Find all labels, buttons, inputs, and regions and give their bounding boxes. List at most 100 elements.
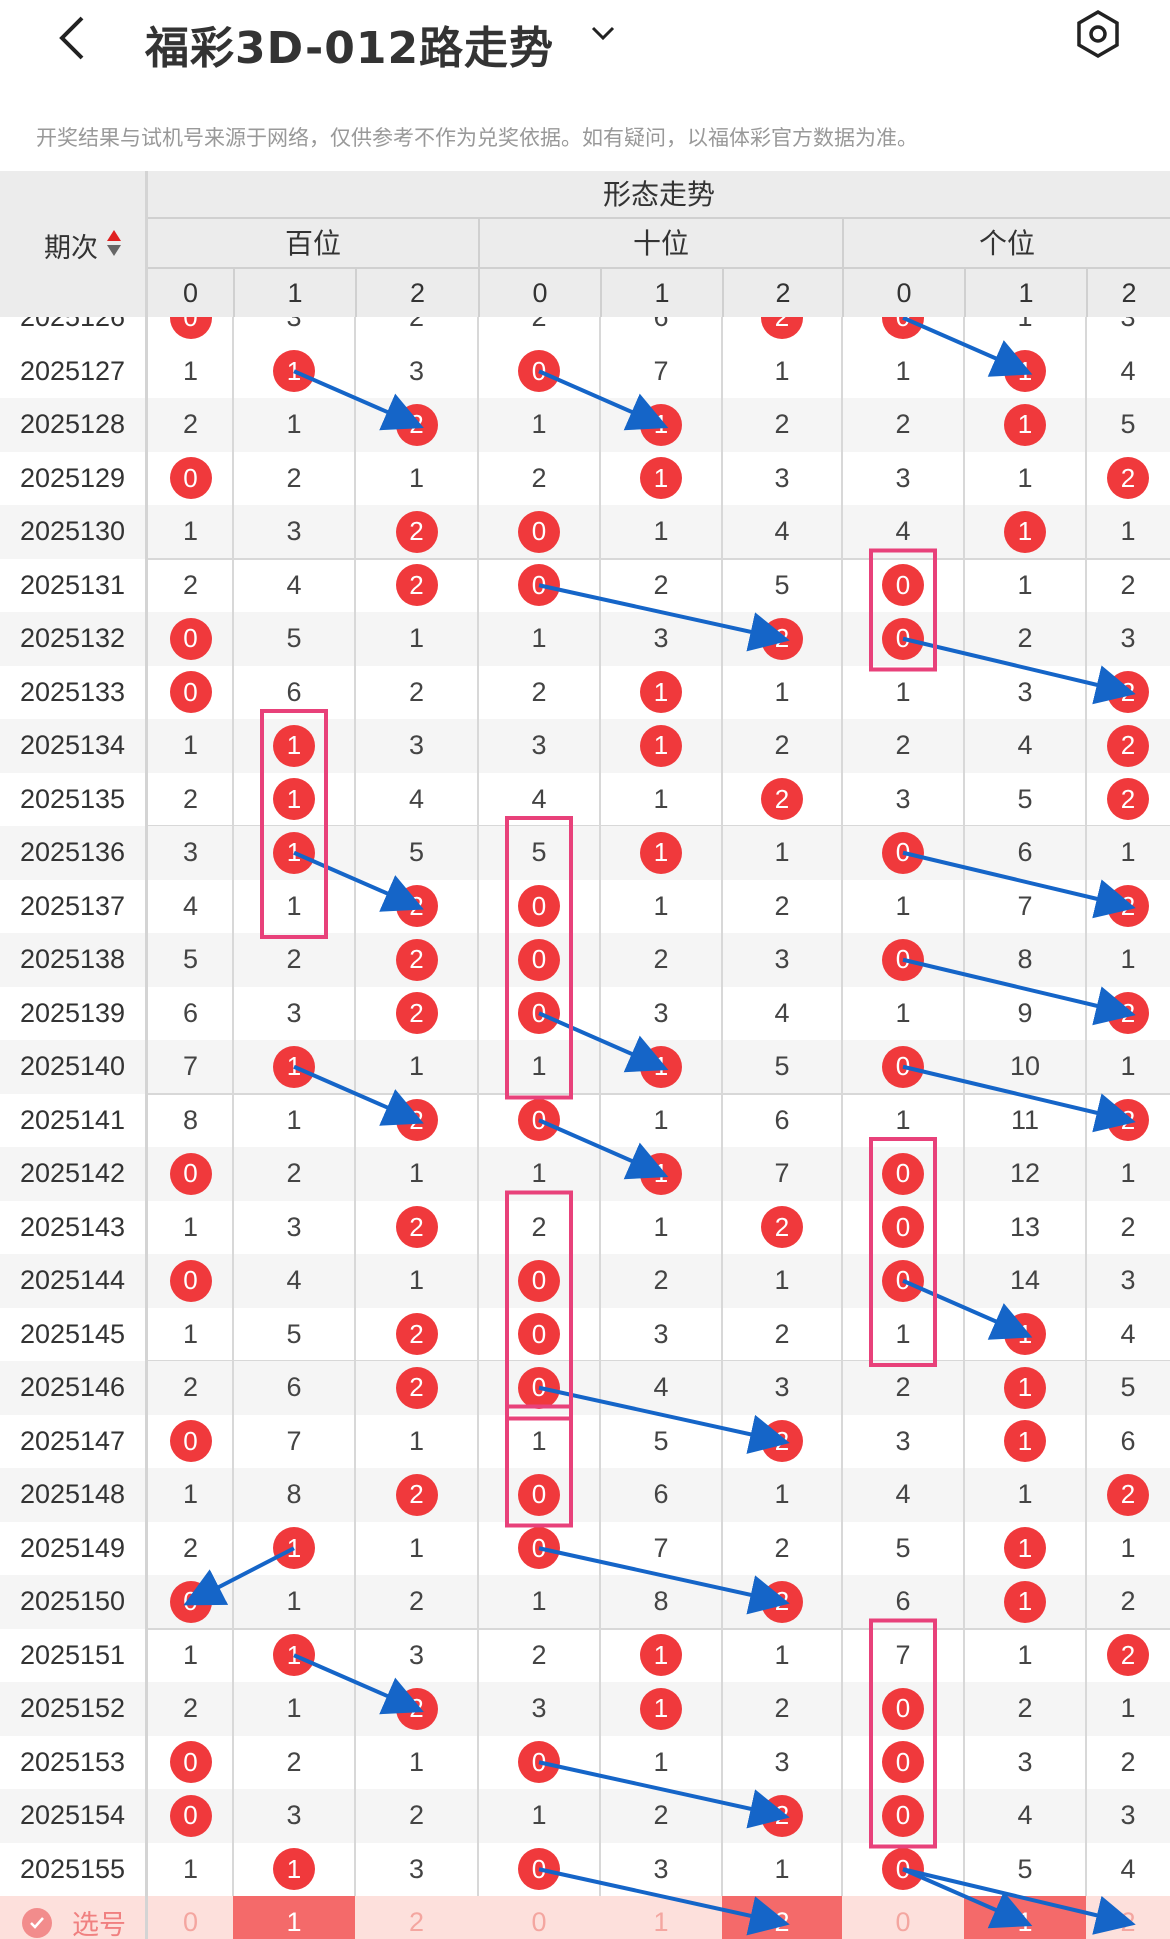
column-divider [599,933,601,987]
omission-count: 2 [774,409,790,440]
miss-count-cell: 6 [842,1575,964,1629]
hit-cell: 1 [600,1040,722,1094]
miss-count-cell: 7 [964,880,1086,934]
miss-count-cell: 2 [600,933,722,987]
pick-digit-button[interactable]: 1 [600,1896,722,1939]
winning-ball: 0 [518,938,560,981]
column-divider [841,1200,843,1254]
column-divider [232,1842,234,1896]
hit-cell: 0 [842,826,964,880]
table-row: 2025153 0 2 1 0 1 3 0 3 2 [0,1735,1170,1789]
omission-count: 1 [531,623,547,654]
column-divider [477,1682,479,1736]
miss-count-cell: 1 [148,1201,233,1255]
miss-count-cell: 3 [233,987,355,1041]
winning-ball: 0 [169,1152,212,1195]
hit-cell: 1 [600,1682,722,1736]
miss-count-cell: 1 [842,1308,964,1362]
omission-count: 1 [408,1158,425,1189]
omission-count: 12 [1009,1158,1041,1189]
winning-ball: 0 [518,350,560,393]
table-row: 2025141 8 1 2 0 1 6 1 11 2 [0,1093,1170,1148]
column-divider [963,1040,965,1094]
miss-count-cell: 3 [355,719,478,773]
period-cell: 2025152 [0,1682,148,1736]
omission-count: 8 [182,1104,199,1135]
digit-header-units-1: 1 [964,269,1086,317]
miss-count-cell: 2 [233,933,355,987]
winning-ball: 1 [273,831,315,874]
omission-count: 7 [895,1639,911,1670]
period-header[interactable]: 期次 [0,171,148,317]
hit-cell: 1 [600,1629,722,1683]
winning-ball: 0 [518,1527,560,1570]
omission-count: 1 [774,676,790,707]
omission-count: 2 [408,1586,425,1617]
pick-digit-button[interactable]: 2 [722,1896,842,1939]
chevron-down-icon[interactable] [585,15,621,51]
column-divider [841,1575,843,1629]
table-row: 2025142 0 2 1 1 1 7 0 12 1 [0,1147,1170,1201]
hit-cell: 2 [1086,1629,1170,1683]
miss-count-cell: 2 [478,1629,600,1683]
back-icon[interactable] [50,8,100,68]
winning-ball: 0 [518,1313,560,1356]
column-divider [354,1254,356,1308]
omission-count: 1 [408,1746,425,1777]
column-divider [1085,505,1087,559]
miss-count-cell: 6 [722,1094,842,1148]
miss-count-cell: 2 [600,559,722,613]
miss-count-cell: 2 [722,1682,842,1736]
miss-count-cell: 12 [964,1147,1086,1201]
column-divider [354,665,356,719]
omission-count: 2 [182,409,199,440]
pick-digit-button[interactable]: 1 [964,1896,1086,1939]
miss-count-cell: 2 [478,317,600,345]
omission-count: 4 [1120,355,1136,386]
winning-ball: 2 [1107,671,1149,714]
pick-digit-button[interactable]: 2 [355,1896,478,1939]
omission-count: 5 [774,569,790,600]
column-divider [477,1307,479,1361]
pick-digit-button[interactable]: 1 [233,1896,355,1939]
pick-number-toggle[interactable]: 选号 [0,1896,148,1939]
column-divider [721,1307,723,1361]
column-divider [721,451,723,505]
table-row: 2025150 0 1 2 1 8 2 6 1 2 [0,1575,1170,1629]
column-divider [721,1789,723,1843]
table-body: 2025126 0 3 2 2 6 2 0 1 3 2025127 1 1 3 0 7 1 1 1 4 2025128 2… [0,317,1170,1939]
hit-cell: 0 [478,1254,600,1308]
pick-digit-button[interactable]: 0 [842,1896,964,1939]
winning-ball: 2 [395,1313,438,1356]
settings-icon[interactable] [1072,8,1124,60]
miss-count-cell: 2 [1086,559,1170,613]
winning-ball: 0 [518,1848,560,1891]
winning-ball: 2 [395,1206,438,1249]
column-divider [354,451,356,505]
pick-digit-button[interactable]: 2 [1086,1896,1170,1939]
sort-icon[interactable] [106,228,122,258]
winning-ball: 2 [761,317,803,339]
column-divider [841,772,843,826]
omission-count: 1 [1017,1479,1033,1510]
omission-count: 3 [653,1318,669,1349]
omission-count: 2 [895,409,911,440]
column-divider [232,317,234,345]
hit-cell: 2 [722,1415,842,1469]
omission-count: 3 [1120,317,1136,333]
column-divider [354,1040,356,1094]
omission-count: 1 [774,1265,790,1296]
miss-count-cell: 5 [478,826,600,880]
column-divider [354,1200,356,1254]
omission-count: 2 [182,1532,199,1563]
column-divider [477,398,479,452]
winning-ball: 0 [518,1366,560,1409]
column-divider [721,1842,723,1896]
pick-digit-button[interactable]: 0 [148,1896,233,1939]
omission-count: 2 [1017,1693,1033,1724]
period-cell: 2025148 [0,1468,148,1522]
pick-digit-button[interactable]: 0 [478,1896,600,1939]
trend-page: { "header": { "title": "福彩3D-012路走势", "d… [0,0,1170,1939]
omission-count: 1 [531,1586,547,1617]
miss-count-cell: 1 [148,345,233,399]
